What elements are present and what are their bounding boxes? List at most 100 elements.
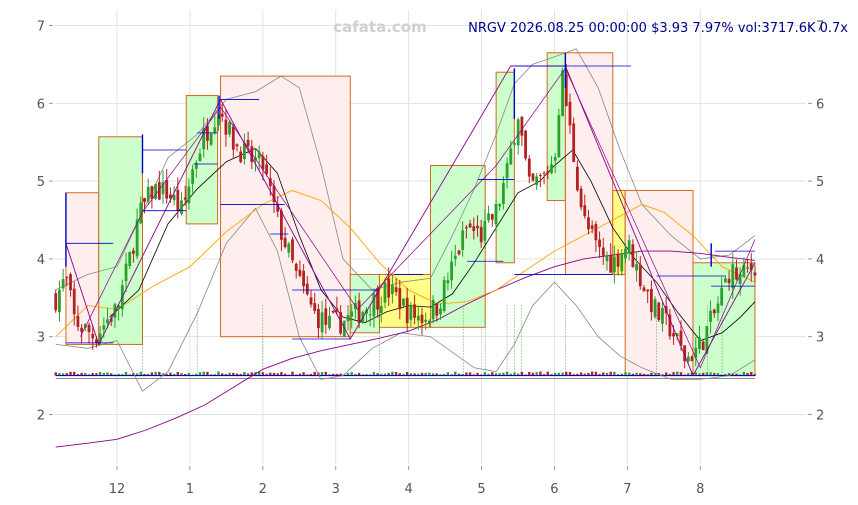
candle-body	[723, 278, 727, 283]
watermark: cafata.com	[333, 18, 426, 36]
candle-body	[439, 308, 442, 315]
candle-body	[191, 169, 195, 184]
candle-body	[387, 278, 391, 298]
candle-body	[420, 314, 424, 324]
candle-body	[605, 255, 609, 262]
candle-body	[612, 256, 616, 273]
x-tick-label: 5	[477, 482, 485, 497]
candle-body	[753, 272, 757, 276]
candle-body	[291, 239, 294, 261]
candle-body	[405, 297, 409, 324]
candle-body	[690, 356, 694, 362]
zone-layer	[65, 52, 756, 377]
x-tick-label: 3	[332, 482, 340, 497]
candle-body	[620, 252, 624, 272]
y-tick-label-left: 4	[37, 253, 45, 268]
candle-body	[220, 113, 224, 117]
candle-body	[513, 142, 516, 145]
x-tick-label: 4	[404, 482, 412, 497]
candle-body	[265, 164, 269, 174]
candle-body	[735, 267, 738, 280]
zone-box-up	[430, 165, 486, 328]
candle-body	[464, 227, 468, 229]
candle-body	[672, 333, 675, 337]
y-tick-label-right: 5	[816, 175, 824, 190]
x-tick-label: 2	[259, 482, 267, 497]
candle-body	[557, 115, 561, 158]
candle-body	[427, 320, 431, 323]
candle-body	[649, 288, 653, 313]
candle-body	[416, 315, 420, 321]
candle-body	[132, 250, 135, 254]
candle-body	[209, 133, 213, 145]
candle-body	[468, 223, 472, 228]
candle-body	[579, 188, 583, 208]
ticker-header: NRGV 2026.08.25 00:00:00 $3.93 7.97% vol…	[468, 21, 848, 36]
candlestick-chart-canvas: 2 23 34 45 56 67 712 1 2 3 4 5 6 7 8 cafata.com NRGV 2…	[37, 10, 848, 497]
candle-body	[583, 205, 587, 217]
candle-body	[572, 123, 576, 162]
candle-body	[328, 315, 331, 329]
candle-body	[601, 247, 605, 256]
candle-body	[172, 195, 176, 201]
candle-body	[553, 157, 557, 161]
candle-body	[302, 270, 306, 287]
candle-body	[61, 279, 65, 289]
candle-body	[143, 198, 146, 203]
candle-body	[180, 200, 183, 214]
candle-body	[183, 197, 187, 200]
candle-body	[320, 312, 324, 333]
candle-body	[701, 341, 705, 350]
candle-body	[413, 304, 416, 318]
candle-body	[91, 333, 95, 339]
candle-body	[350, 311, 354, 317]
candle-body	[483, 221, 487, 241]
candle-body	[87, 324, 91, 333]
candle-body	[228, 121, 232, 135]
candle-body	[69, 274, 72, 291]
candle-body	[346, 315, 350, 322]
candle-body	[542, 172, 546, 174]
candle-body	[505, 163, 509, 179]
candle-body	[435, 303, 439, 316]
candle-body	[535, 176, 539, 185]
candle-body	[698, 336, 701, 349]
y-tick-label-left: 5	[37, 175, 45, 190]
candle-body	[54, 293, 58, 311]
candle-body	[231, 126, 235, 150]
x-tick-label: 12	[109, 482, 126, 497]
candle-body	[239, 151, 243, 163]
candle-body	[716, 303, 720, 314]
candle-body	[487, 213, 490, 221]
candle-body	[313, 303, 317, 312]
candle-body	[490, 214, 494, 220]
candle-body	[224, 119, 228, 135]
x-tick-label: 1	[186, 482, 194, 497]
candle-body	[213, 127, 217, 133]
candle-body	[476, 225, 479, 229]
candle-body	[631, 244, 635, 268]
candle-body	[154, 184, 158, 199]
candle-body	[642, 287, 646, 292]
y-tick-label-right: 3	[816, 331, 824, 346]
y-tick-label-right: 4	[816, 253, 824, 268]
candle-body	[398, 288, 402, 310]
x-tick-label: 8	[696, 482, 704, 497]
candle-body	[561, 70, 564, 116]
candle-body	[383, 282, 387, 303]
zone-box-up	[495, 71, 515, 264]
candle-body	[635, 263, 638, 271]
candle-body	[76, 315, 80, 327]
candle-body	[294, 263, 298, 271]
candle-body	[709, 310, 712, 322]
candle-body	[198, 153, 202, 161]
candle-body	[653, 299, 657, 317]
candle-body	[461, 230, 465, 250]
candle-body	[317, 308, 320, 329]
candle-body	[261, 156, 265, 170]
candle-body	[594, 224, 598, 241]
candle-body	[720, 287, 724, 306]
candle-body	[379, 305, 383, 314]
candle-body	[731, 264, 735, 289]
candle-body	[424, 319, 428, 322]
